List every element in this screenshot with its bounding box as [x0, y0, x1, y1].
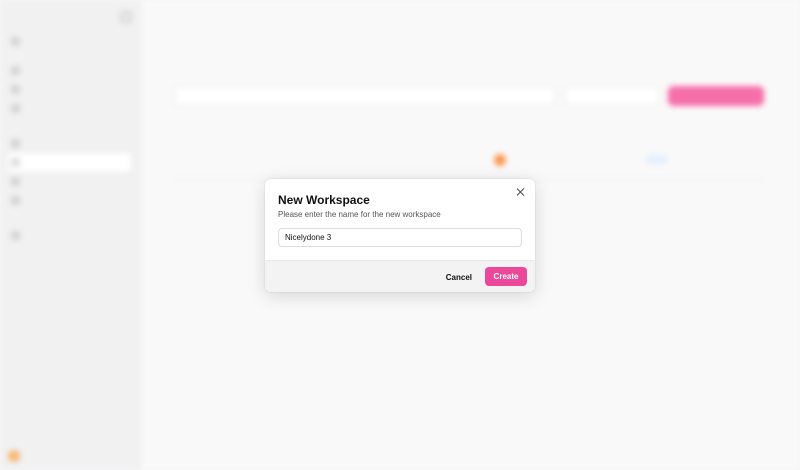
cancel-button[interactable]: Cancel: [438, 268, 480, 287]
workspace-name-input[interactable]: [278, 228, 522, 247]
new-workspace-dialog: New Workspace Please enter the name for …: [265, 179, 535, 292]
dialog-description: Please enter the name for the new worksp…: [278, 210, 441, 219]
create-button[interactable]: Create: [485, 267, 527, 286]
close-icon[interactable]: [516, 187, 526, 197]
dialog-title: New Workspace: [278, 193, 370, 207]
dialog-footer: Cancel Create: [265, 260, 535, 292]
